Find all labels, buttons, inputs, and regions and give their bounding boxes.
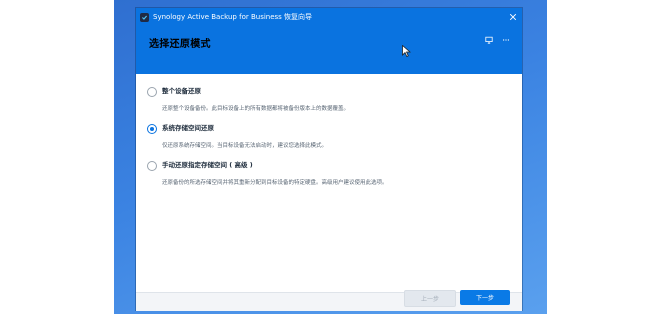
app-logo-icon: [140, 12, 149, 22]
mouse-cursor-icon: [402, 45, 411, 57]
option-description: 还原备份的所选存储空间并将其重新分配到目标设备的特定硬盘。高级用户建议使用此选项…: [162, 180, 388, 186]
radio-full-device[interactable]: [147, 87, 157, 97]
wizard-header: [136, 26, 522, 74]
restore-wizard-window: Synology Active Backup for Business 恢复向导…: [136, 8, 522, 311]
wizard-content: 整个设备还原 还原整个设备备份。此目标设备上的所有数据都将被备份版本上的数据覆盖…: [136, 74, 522, 292]
monitor-icon[interactable]: [484, 35, 493, 44]
option-description: 还原整个设备备份。此目标设备上的所有数据都将被备份版本上的数据覆盖。: [162, 106, 350, 112]
window-title: Synology Active Backup for Business 恢复向导: [153, 13, 313, 21]
option-label: 手动还原指定存储空间 ( 高级 ): [162, 161, 253, 169]
option-label: 整个设备还原: [162, 87, 201, 95]
page-title: 选择还原模式: [149, 39, 211, 50]
radio-manual-volume[interactable]: [147, 161, 157, 171]
prev-button[interactable]: 上一步: [404, 290, 456, 307]
more-icon[interactable]: [501, 35, 510, 44]
window-titlebar[interactable]: Synology Active Backup for Business 恢复向导: [136, 8, 522, 26]
close-icon[interactable]: [507, 11, 518, 22]
header-icons: [484, 35, 510, 44]
radio-system-volume[interactable]: [147, 124, 157, 134]
next-button[interactable]: 下一步: [460, 290, 510, 305]
option-label: 系统存储空间还原: [162, 124, 214, 132]
option-description: 仅还原系统存储空间。当目标设备无法启动时，建议您选择此模式。: [162, 143, 328, 149]
